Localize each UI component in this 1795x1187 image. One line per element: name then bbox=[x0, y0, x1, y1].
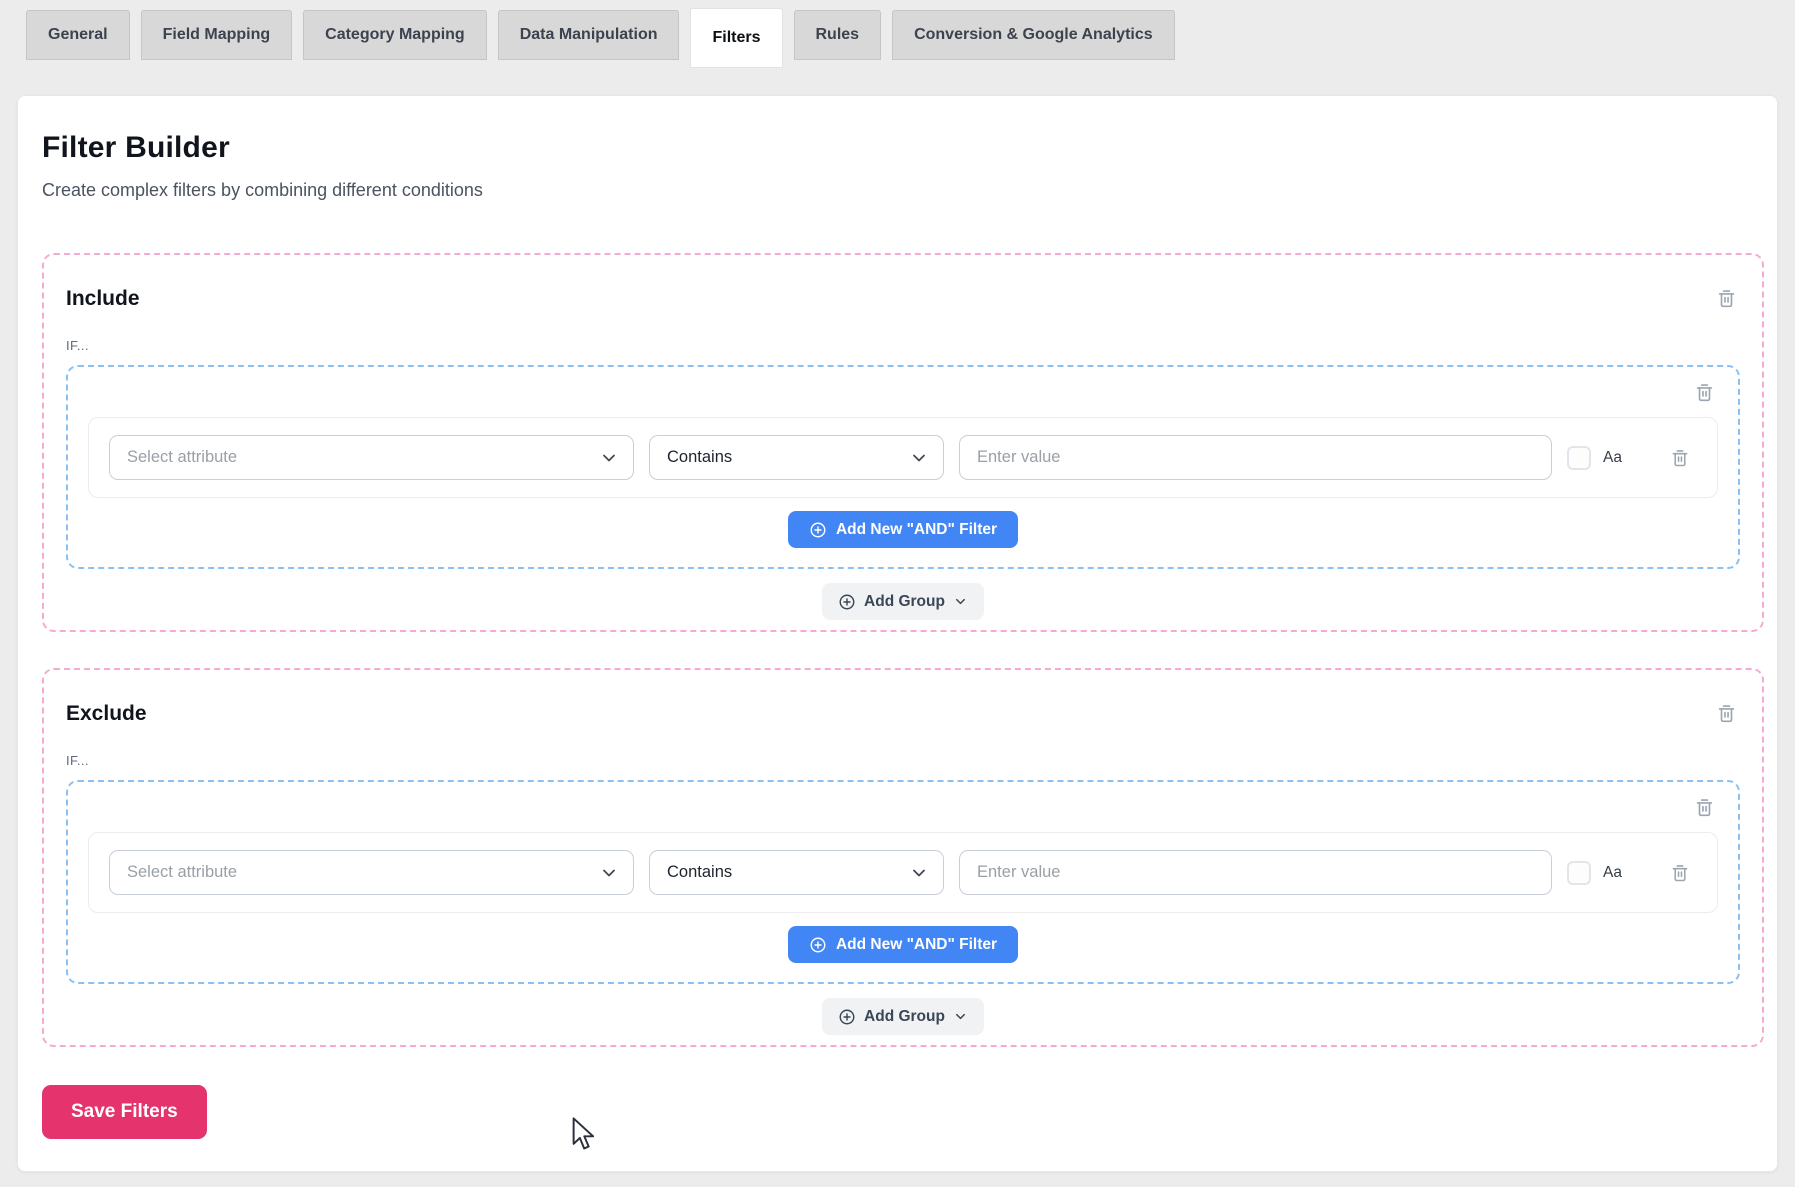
plus-circle-icon bbox=[838, 593, 856, 611]
tab-field-mapping[interactable]: Field Mapping bbox=[141, 10, 293, 60]
section-title-exclude: Exclude bbox=[66, 702, 147, 726]
operator-select-value: Contains bbox=[667, 448, 732, 467]
chevron-down-icon bbox=[953, 594, 968, 609]
page-subtitle: Create complex filters by combining diff… bbox=[42, 180, 1764, 201]
delete-condition-button[interactable] bbox=[1667, 445, 1693, 471]
attribute-select-placeholder: Select attribute bbox=[127, 448, 237, 467]
trash-icon bbox=[1715, 702, 1738, 725]
attribute-select[interactable]: Select attribute bbox=[109, 850, 634, 895]
chevron-down-icon bbox=[599, 448, 619, 468]
page-title: Filter Builder bbox=[42, 131, 1764, 165]
condition-row-box: Select attribute Contains Aa bbox=[88, 417, 1718, 498]
filter-section-exclude: Exclude IF... Select attribute C bbox=[42, 668, 1764, 1047]
delete-group-button[interactable] bbox=[1691, 379, 1718, 405]
add-and-filter-label: Add New "AND" Filter bbox=[836, 521, 997, 539]
chevron-down-icon bbox=[909, 448, 929, 468]
tab-conversion-google-analytics[interactable]: Conversion & Google Analytics bbox=[892, 10, 1175, 60]
add-and-filter-button[interactable]: Add New "AND" Filter bbox=[788, 511, 1018, 548]
case-sensitive-checkbox[interactable] bbox=[1567, 861, 1591, 885]
attribute-select-placeholder: Select attribute bbox=[127, 863, 237, 882]
delete-condition-button[interactable] bbox=[1667, 860, 1693, 886]
chevron-down-icon bbox=[953, 1009, 968, 1024]
add-group-label: Add Group bbox=[864, 1008, 945, 1026]
case-sensitive-label: Aa bbox=[1603, 864, 1622, 882]
trash-icon bbox=[1715, 287, 1738, 310]
delete-section-button[interactable] bbox=[1713, 700, 1740, 727]
condition-row: Select attribute Contains Aa bbox=[109, 435, 1697, 480]
tab-data-manipulation[interactable]: Data Manipulation bbox=[498, 10, 680, 60]
if-label: IF... bbox=[66, 753, 1740, 768]
trash-icon bbox=[1669, 447, 1691, 469]
if-label: IF... bbox=[66, 338, 1740, 353]
value-input[interactable] bbox=[959, 850, 1552, 895]
operator-select[interactable]: Contains bbox=[649, 850, 944, 895]
attribute-select[interactable]: Select attribute bbox=[109, 435, 634, 480]
add-group-button[interactable]: Add Group bbox=[822, 998, 984, 1035]
case-sensitive-label: Aa bbox=[1603, 449, 1622, 467]
operator-select-value: Contains bbox=[667, 863, 732, 882]
tab-filters[interactable]: Filters bbox=[690, 8, 782, 68]
save-filters-button[interactable]: Save Filters bbox=[42, 1085, 207, 1139]
delete-section-button[interactable] bbox=[1713, 285, 1740, 312]
chevron-down-icon bbox=[599, 863, 619, 883]
add-and-filter-label: Add New "AND" Filter bbox=[836, 936, 997, 954]
condition-group: Select attribute Contains Aa bbox=[66, 780, 1740, 984]
add-and-filter-button[interactable]: Add New "AND" Filter bbox=[788, 926, 1018, 963]
tab-rules[interactable]: Rules bbox=[794, 10, 882, 60]
plus-circle-icon bbox=[838, 1008, 856, 1026]
condition-row: Select attribute Contains Aa bbox=[109, 850, 1697, 895]
add-group-button[interactable]: Add Group bbox=[822, 583, 984, 620]
section-title-include: Include bbox=[66, 287, 140, 311]
case-sensitive-checkbox[interactable] bbox=[1567, 446, 1591, 470]
trash-icon bbox=[1669, 862, 1691, 884]
delete-group-button[interactable] bbox=[1691, 794, 1718, 820]
add-group-label: Add Group bbox=[864, 593, 945, 611]
condition-row-box: Select attribute Contains Aa bbox=[88, 832, 1718, 913]
condition-group: Select attribute Contains Aa bbox=[66, 365, 1740, 569]
tab-bar: General Field Mapping Category Mapping D… bbox=[0, 0, 1795, 68]
tab-category-mapping[interactable]: Category Mapping bbox=[303, 10, 487, 60]
trash-icon bbox=[1693, 381, 1716, 404]
plus-circle-icon bbox=[809, 936, 827, 954]
operator-select[interactable]: Contains bbox=[649, 435, 944, 480]
tab-general[interactable]: General bbox=[26, 10, 130, 60]
filter-section-include: Include IF... Select attribute C bbox=[42, 253, 1764, 632]
value-input[interactable] bbox=[959, 435, 1552, 480]
plus-circle-icon bbox=[809, 521, 827, 539]
filter-builder-card: Filter Builder Create complex filters by… bbox=[17, 95, 1778, 1172]
chevron-down-icon bbox=[909, 863, 929, 883]
trash-icon bbox=[1693, 796, 1716, 819]
